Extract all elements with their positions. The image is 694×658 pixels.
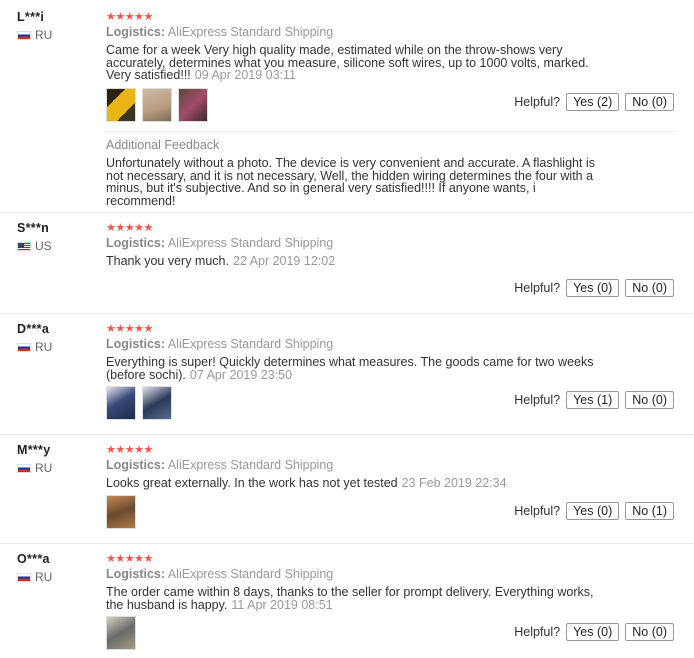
review-date: 11 Apr 2019 08:51 [231, 597, 333, 612]
review-photo-thumbnail[interactable] [106, 88, 136, 122]
review-photo-thumbnail[interactable] [142, 88, 172, 122]
helpful-vote: Helpful? Yes (0) No (0) [514, 279, 674, 297]
review-text: Looks great externally. In the work has … [106, 477, 606, 490]
logistics-value: AliExpress Standard Shipping [167, 25, 334, 39]
country-code: RU [35, 570, 53, 584]
review-photos [106, 495, 136, 529]
divider [104, 131, 676, 132]
additional-feedback-text: Unfortunately without a photo. The devic… [106, 156, 595, 208]
country-code: US [35, 239, 52, 253]
review-photo-thumbnail[interactable] [106, 495, 136, 529]
helpful-yes-button[interactable]: Yes (0) [566, 623, 620, 641]
review-body: The order came within 8 days, thanks to … [106, 585, 594, 612]
helpful-yes-button[interactable]: Yes (1) [566, 391, 620, 409]
helpful-vote: Helpful? Yes (0) No (0) [514, 623, 674, 641]
review-separator [0, 434, 694, 435]
helpful-vote: Helpful? Yes (1) No (0) [514, 391, 674, 409]
helpful-vote: Helpful? Yes (0) No (1) [514, 502, 674, 520]
logistics-value: AliExpress Standard Shipping [167, 567, 334, 581]
review-body: Thank you very much. [106, 254, 229, 268]
helpful-label: Helpful? [514, 625, 561, 639]
review-separator [0, 543, 694, 544]
review-separator [0, 212, 694, 213]
review-photo-thumbnail[interactable] [178, 88, 208, 122]
logistics-label: Logistics: [106, 458, 166, 472]
logistics-label: Logistics: [106, 337, 166, 351]
logistics-label: Logistics: [106, 567, 166, 581]
review-date: 23 Feb 2019 22:34 [401, 476, 507, 490]
reviewer-name: S***n [17, 221, 50, 235]
additional-feedback-title: Additional Feedback [106, 138, 220, 152]
review-date: 09 Apr 2019 03:11 [194, 68, 297, 82]
review-text: Came for a week Very high quality made, … [106, 44, 606, 82]
review-date: 07 Apr 2019 23:50 [189, 367, 293, 382]
reviewer-country: RU [17, 570, 52, 584]
helpful-yes-button[interactable]: Yes (2) [566, 93, 620, 111]
helpful-no-button[interactable]: No (0) [625, 391, 674, 409]
helpful-no-button[interactable]: No (0) [625, 93, 674, 111]
reviewer-country: US [17, 239, 52, 253]
helpful-vote: Helpful? Yes (2) No (0) [514, 93, 674, 111]
helpful-label: Helpful? [514, 504, 561, 518]
country-code: RU [35, 340, 53, 354]
review-text: Thank you very much. 22 Apr 2019 12:02 [106, 255, 606, 268]
logistics-value: AliExpress Standard Shipping [167, 236, 334, 250]
helpful-no-button[interactable]: No (1) [625, 502, 674, 520]
helpful-yes-button[interactable]: Yes (0) [566, 502, 620, 520]
country-code: RU [35, 461, 53, 475]
review-body: Everything is super! Quickly determines … [106, 355, 594, 382]
logistics-label: Logistics: [106, 25, 166, 39]
helpful-yes-button[interactable]: Yes (0) [566, 279, 620, 297]
russia-flag-icon [17, 463, 31, 473]
review-photo-thumbnail[interactable] [142, 386, 172, 420]
reviewer-name: L***i [17, 10, 45, 24]
reviewer-country: RU [17, 340, 52, 354]
russia-flag-icon [17, 572, 31, 582]
review-text: Everything is super! Quickly determines … [106, 356, 606, 381]
logistics-info: Logistics: AliExpress Standard Shipping [106, 25, 333, 39]
star-rating: ★★★★★ [106, 222, 153, 234]
star-rating: ★★★★★ [106, 553, 153, 565]
reviewer-name: D***a [17, 322, 50, 336]
helpful-label: Helpful? [514, 281, 561, 295]
review-date: 22 Apr 2019 12:02 [232, 254, 336, 268]
helpful-label: Helpful? [514, 393, 561, 407]
reviewer-name: M***y [17, 443, 51, 457]
reviewer-name: O***a [17, 552, 50, 566]
russia-flag-icon [17, 30, 31, 40]
logistics-value: AliExpress Standard Shipping [167, 337, 334, 351]
review-photos [106, 88, 208, 122]
logistics-info: Logistics: AliExpress Standard Shipping [106, 567, 333, 581]
review-body: Came for a week Very high quality made, … [106, 43, 589, 82]
review-text: The order came within 8 days, thanks to … [106, 586, 606, 611]
logistics-info: Logistics: AliExpress Standard Shipping [106, 458, 333, 472]
review-body: Looks great externally. In the work has … [106, 476, 398, 490]
review-photo-thumbnail[interactable] [106, 386, 136, 420]
logistics-value: AliExpress Standard Shipping [167, 458, 334, 472]
review-photos [106, 386, 172, 420]
helpful-label: Helpful? [514, 95, 561, 109]
reviewer-country: RU [17, 461, 52, 475]
reviewer-country: RU [17, 28, 52, 42]
logistics-info: Logistics: AliExpress Standard Shipping [106, 236, 333, 250]
russia-flag-icon [17, 342, 31, 352]
helpful-no-button[interactable]: No (0) [625, 623, 674, 641]
helpful-no-button[interactable]: No (0) [625, 279, 674, 297]
review-photo-thumbnail[interactable] [106, 616, 136, 650]
us-flag-icon [17, 241, 31, 251]
logistics-label: Logistics: [106, 236, 166, 250]
logistics-info: Logistics: AliExpress Standard Shipping [106, 337, 333, 351]
country-code: RU [35, 28, 53, 42]
review-photos [106, 616, 136, 650]
star-rating: ★★★★★ [106, 11, 153, 23]
star-rating: ★★★★★ [106, 323, 153, 335]
review-separator [0, 313, 694, 314]
star-rating: ★★★★★ [106, 444, 153, 456]
